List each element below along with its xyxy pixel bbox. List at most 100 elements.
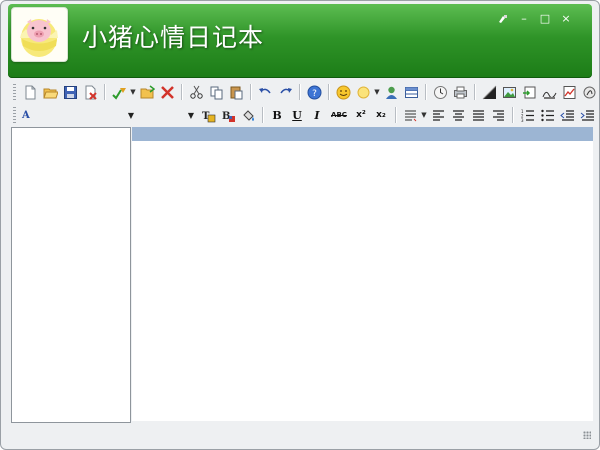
printer-button[interactable] — [451, 83, 469, 101]
font-name-icon: A — [22, 109, 30, 121]
clip-button[interactable] — [580, 83, 598, 101]
open-button[interactable] — [41, 83, 59, 101]
align-center-button[interactable] — [449, 106, 467, 124]
title-bar: 小猪心情日记本 – □ × — [8, 4, 592, 78]
underline-button[interactable]: U — [288, 106, 306, 124]
indent-button[interactable] — [578, 106, 596, 124]
bold-button[interactable]: B — [268, 106, 286, 124]
justify-button[interactable] — [469, 106, 487, 124]
app-window: 小猪心情日记本 – □ × ▼ ? ▼ A ▼ ▼ T B B U I ABC … — [0, 0, 600, 450]
redo-button[interactable] — [276, 83, 294, 101]
font-size-dropdown-icon[interactable]: ▼ — [188, 111, 194, 120]
help-button[interactable]: ? — [305, 83, 323, 101]
paint-bucket-icon — [242, 109, 254, 121]
table-icon — [404, 86, 418, 98]
minimize-button[interactable]: – — [518, 13, 530, 25]
user-button[interactable] — [382, 83, 400, 101]
editor-area[interactable] — [132, 127, 593, 421]
toolbar-separator — [250, 84, 251, 100]
save-icon — [63, 85, 77, 99]
resize-grip-icon[interactable] — [583, 431, 591, 439]
indent-icon — [580, 109, 594, 121]
image-button[interactable] — [500, 83, 518, 101]
table-button[interactable] — [402, 83, 420, 101]
delete-button[interactable] — [81, 83, 99, 101]
svg-text:?: ? — [312, 89, 317, 99]
toolbar-separator — [104, 84, 105, 100]
toolbar-separator — [395, 107, 396, 123]
align-left-button[interactable] — [429, 106, 447, 124]
sun-dropdown-icon[interactable]: ▼ — [374, 88, 380, 96]
crop-button[interactable] — [480, 83, 498, 101]
image-icon — [502, 86, 516, 98]
text-color-button[interactable]: T — [199, 106, 217, 124]
export-icon — [522, 86, 535, 98]
fill-color-button[interactable] — [239, 106, 257, 124]
open-folder-icon — [140, 84, 155, 98]
paragraph-button[interactable] — [401, 106, 419, 124]
paste-icon — [230, 86, 242, 99]
pig-logo-icon — [20, 19, 58, 57]
align-right-button[interactable] — [489, 106, 507, 124]
strikethrough-button[interactable]: ABC — [328, 106, 350, 124]
user-icon — [385, 86, 397, 99]
printer-icon — [453, 86, 467, 98]
superscript-button[interactable]: x² — [352, 106, 370, 124]
close-x-button[interactable] — [158, 83, 176, 101]
chart-button[interactable] — [560, 83, 578, 101]
toolbar-grip[interactable] — [13, 107, 16, 123]
spellcheck-icon — [111, 87, 126, 100]
undo-button[interactable] — [256, 83, 274, 101]
redo-icon — [279, 87, 292, 93]
sun-icon — [357, 86, 369, 98]
crop-icon — [482, 85, 496, 99]
skin-button[interactable] — [497, 13, 509, 25]
maximize-button[interactable]: □ — [539, 13, 551, 25]
save-button[interactable] — [61, 83, 79, 101]
chart-icon — [563, 85, 575, 99]
bg-color-icon: B — [222, 111, 235, 122]
minimize-icon: – — [521, 12, 527, 25]
cut-button[interactable] — [187, 83, 205, 101]
paragraph-dropdown-icon[interactable]: ▼ — [421, 111, 427, 119]
bg-color-button[interactable]: B — [219, 106, 237, 124]
toolbar-separator — [328, 84, 329, 100]
spellcheck-button[interactable] — [110, 83, 128, 101]
diary-list-panel[interactable] — [11, 127, 131, 423]
clip-icon — [583, 86, 595, 98]
editor-header-bar — [132, 127, 593, 141]
clock-button[interactable] — [431, 83, 449, 101]
font-name-combo[interactable]: A ▼ — [20, 106, 138, 124]
open-folder-button[interactable] — [138, 83, 156, 101]
toolbar-separator — [299, 84, 300, 100]
paste-button[interactable] — [227, 83, 245, 101]
font-name-dropdown-icon[interactable]: ▼ — [128, 111, 134, 120]
bullet-list-button[interactable] — [538, 106, 556, 124]
copy-icon — [210, 86, 222, 99]
toolbar-separator — [262, 107, 263, 123]
new-button[interactable] — [21, 83, 39, 101]
align-right-icon — [492, 109, 504, 121]
numbered-list-button[interactable]: 123 — [518, 106, 536, 124]
text-color-icon: T — [202, 111, 215, 122]
spellcheck-dropdown-icon[interactable]: ▼ — [130, 88, 136, 96]
smiley-icon — [336, 85, 350, 99]
subscript-button[interactable]: x₂ — [372, 106, 390, 124]
toolbar-grip[interactable] — [13, 84, 16, 100]
cut-icon — [189, 85, 203, 99]
bullet-list-icon — [540, 109, 554, 121]
outdent-button[interactable] — [558, 106, 576, 124]
insert-button[interactable] — [540, 83, 558, 101]
toolbar-separator — [425, 84, 426, 100]
copy-button[interactable] — [207, 83, 225, 101]
export-button[interactable] — [520, 83, 538, 101]
outdent-icon — [559, 109, 574, 121]
close-button[interactable]: × — [560, 13, 572, 25]
sun-button[interactable] — [354, 83, 372, 101]
insert-icon — [542, 91, 556, 99]
font-size-combo[interactable]: ▼ — [138, 106, 198, 124]
clock-icon — [433, 85, 447, 99]
smiley-button[interactable] — [334, 83, 352, 101]
italic-button[interactable]: I — [308, 106, 326, 124]
app-title: 小猪心情日记本 — [82, 23, 265, 52]
